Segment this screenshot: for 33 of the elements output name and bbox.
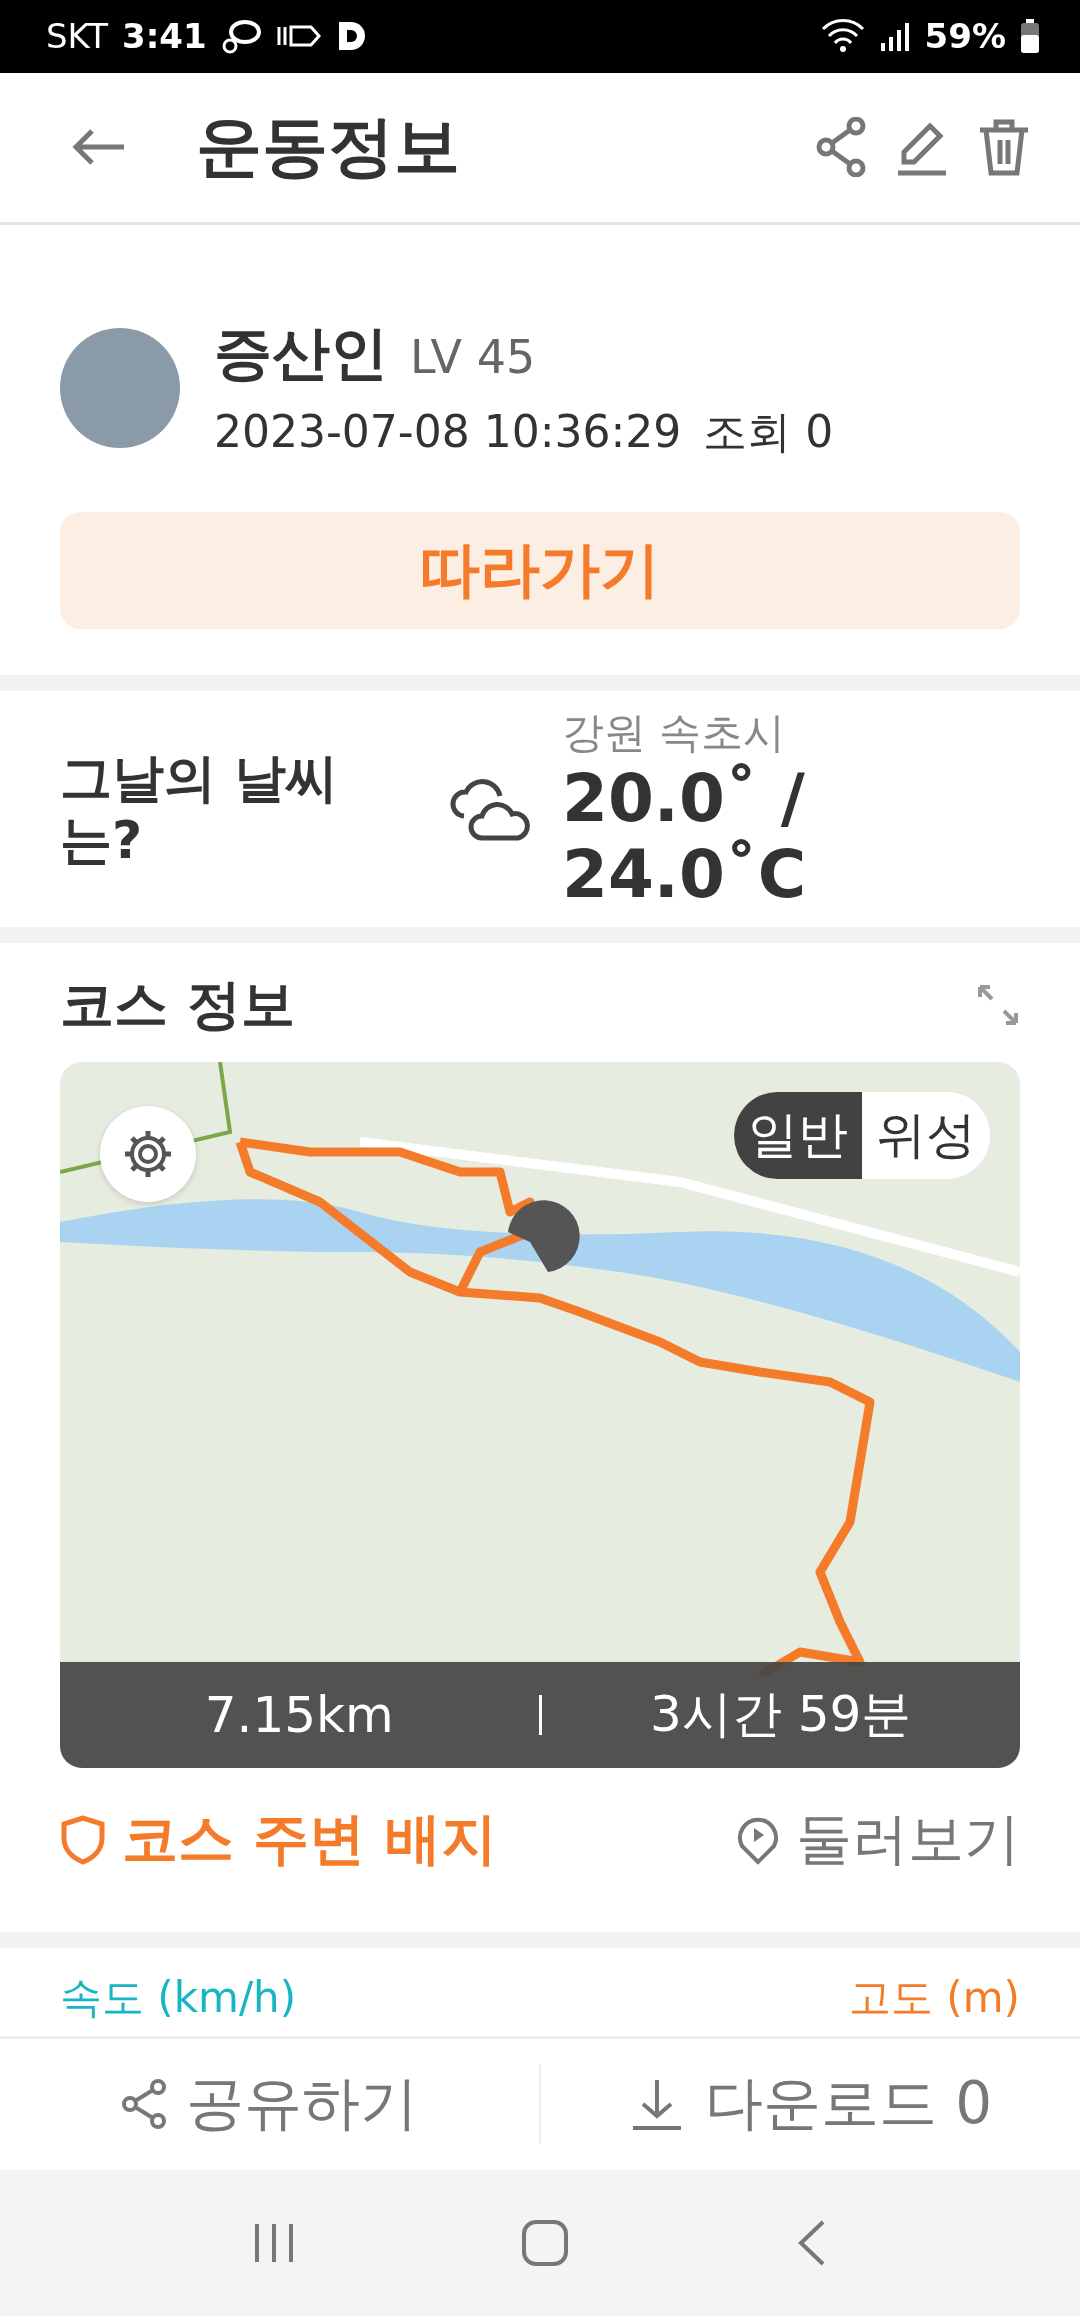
route-duration: 3시간 59분: [649, 1684, 913, 1746]
page-title: 운동정보: [196, 107, 460, 188]
user-name: 증산인: [214, 317, 388, 389]
altitude-axis-label: 고도 (m): [848, 1971, 1020, 2024]
shield-icon: [60, 1813, 106, 1866]
expand-button[interactable]: [976, 983, 1020, 1028]
home-button[interactable]: [520, 2218, 570, 2268]
signal-icon: [878, 21, 911, 52]
wifi-icon: [820, 19, 865, 54]
share-icon: [121, 2079, 166, 2130]
share-action-button[interactable]: 공유하기: [0, 2064, 539, 2145]
course-heading: 코스 정보: [60, 971, 296, 1038]
weather-heading: 그날의 날씨는?: [60, 746, 340, 872]
user-level: LV 45: [410, 329, 536, 384]
clock: 3:41: [122, 16, 207, 57]
map-type-tab[interactable]: 일반: [734, 1091, 862, 1179]
battery-percent: 59%: [924, 16, 1006, 57]
download-button[interactable]: 다운로드 0: [541, 2064, 1080, 2145]
speed-axis-label: 속도 (km/h): [60, 1971, 297, 2024]
map-settings-button[interactable]: [100, 1105, 196, 1202]
battery-icon: [1020, 19, 1040, 54]
delete-button[interactable]: [978, 118, 1030, 177]
course-badge-link[interactable]: 코스 주변 배지: [60, 1801, 497, 1878]
weather-location: 강원 속초시: [562, 707, 787, 760]
route-distance: 7.15km: [203, 1685, 395, 1744]
tour-link[interactable]: 둘러보기: [736, 1801, 1020, 1878]
temperature-range: 20.0˚ / 24.0˚C: [562, 761, 808, 913]
share-button[interactable]: [816, 117, 866, 178]
follow-button[interactable]: 따라가기: [60, 511, 1020, 630]
d-logo-icon: [336, 20, 367, 53]
carrier-label: SKT: [46, 16, 108, 57]
record-datetime: 2023-07-08 10:36:29: [214, 405, 682, 457]
view-count: 조회 0: [703, 404, 834, 459]
